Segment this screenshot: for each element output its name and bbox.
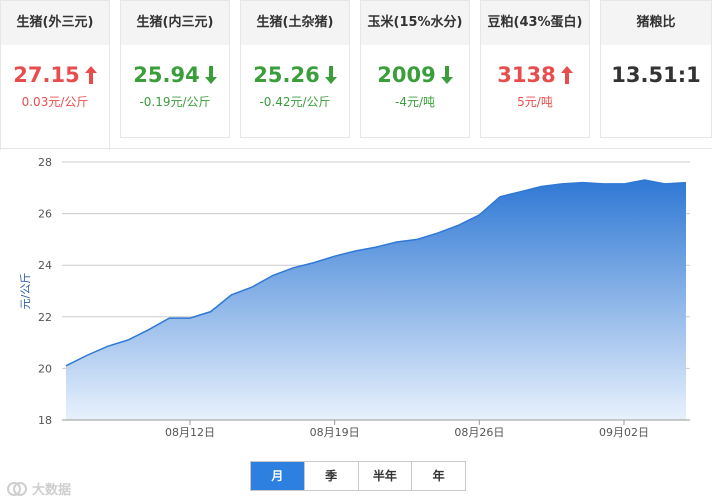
card-value: 25.26 bbox=[241, 63, 349, 87]
arrow-down-icon bbox=[441, 66, 453, 84]
arrow-down-icon bbox=[205, 66, 217, 84]
y-axis-label: 元/公斤 bbox=[19, 273, 32, 310]
arrow-up-icon bbox=[561, 66, 573, 84]
card-title: 生猪(内三元) bbox=[121, 1, 229, 45]
x-tick-label: 08月19日 bbox=[310, 426, 360, 439]
chart-container: 18 20 22 24 26 28 08月12日 08月19日 08月26日 09月02日 元/公斤 bbox=[0, 148, 712, 504]
y-tick-label: 24 bbox=[38, 259, 52, 272]
card-value-text: 27.15 bbox=[13, 63, 79, 87]
card-change: 5元/吨 bbox=[481, 93, 589, 110]
arrow-up-icon bbox=[85, 66, 97, 84]
card-pig-inner[interactable]: 生猪(内三元) 25.94 -0.19元/公斤 bbox=[120, 0, 230, 138]
card-corn[interactable]: 玉米(15%水分) 2009 -4元/吨 bbox=[360, 0, 470, 138]
watermark: 大数据 bbox=[6, 479, 71, 498]
watermark-text: 大数据 bbox=[32, 479, 71, 498]
card-value: 27.15 bbox=[1, 63, 109, 87]
card-pig-local[interactable]: 生猪(土杂猪) 25.26 -0.42元/公斤 bbox=[240, 0, 350, 138]
card-change: -0.42元/公斤 bbox=[241, 93, 349, 110]
watermark-logo-icon bbox=[6, 481, 28, 497]
card-value: 2009 bbox=[361, 63, 469, 87]
y-tick-label: 20 bbox=[38, 362, 52, 375]
card-pig-outer[interactable]: 生猪(外三元) 27.15 0.03元/公斤 bbox=[0, 0, 110, 150]
price-area bbox=[66, 180, 686, 420]
y-tick-label: 18 bbox=[38, 414, 52, 427]
card-value-text: 25.94 bbox=[133, 63, 199, 87]
card-value-text: 3138 bbox=[497, 63, 555, 87]
x-tick-label: 08月26日 bbox=[454, 426, 504, 439]
y-tick-label: 28 bbox=[38, 156, 52, 169]
y-tick-label: 22 bbox=[38, 311, 52, 324]
card-title: 生猪(土杂猪) bbox=[241, 1, 349, 45]
x-tick-label: 08月12日 bbox=[165, 426, 215, 439]
y-tick-label: 26 bbox=[38, 208, 52, 221]
arrow-down-icon bbox=[325, 66, 337, 84]
card-change: 0.03元/公斤 bbox=[1, 93, 109, 110]
card-title: 豆粕(43%蛋白) bbox=[481, 1, 589, 45]
card-value: 25.94 bbox=[121, 63, 229, 87]
tab-half-year[interactable]: 半年 bbox=[358, 462, 412, 490]
tab-year[interactable]: 年 bbox=[411, 462, 465, 490]
tab-month[interactable]: 月 bbox=[251, 462, 304, 490]
card-value-text: 25.26 bbox=[253, 63, 319, 87]
card-soymeal[interactable]: 豆粕(43%蛋白) 3138 5元/吨 bbox=[480, 0, 590, 138]
card-pig-grain-ratio[interactable]: 猪粮比 13.51:1 bbox=[600, 0, 712, 138]
card-value-text: 2009 bbox=[377, 63, 435, 87]
card-title: 生猪(外三元) bbox=[1, 1, 109, 45]
card-change: -4元/吨 bbox=[361, 93, 469, 110]
price-area-chart: 18 20 22 24 26 28 08月12日 08月19日 08月26日 09月02日 元/公斤 bbox=[0, 149, 712, 449]
card-change: -0.19元/公斤 bbox=[121, 93, 229, 110]
card-title: 猪粮比 bbox=[601, 1, 711, 45]
price-cards: 生猪(外三元) 27.15 0.03元/公斤 生猪(内三元) 25.94 -0.… bbox=[0, 0, 712, 150]
tab-quarter[interactable]: 季 bbox=[304, 462, 358, 490]
x-tick-label: 09月02日 bbox=[599, 426, 649, 439]
period-tabs: 月 季 半年 年 bbox=[250, 461, 466, 491]
card-title: 玉米(15%水分) bbox=[361, 1, 469, 45]
card-value: 3138 bbox=[481, 63, 589, 87]
card-value: 13.51:1 bbox=[601, 63, 711, 87]
card-value-text: 13.51:1 bbox=[611, 63, 700, 87]
